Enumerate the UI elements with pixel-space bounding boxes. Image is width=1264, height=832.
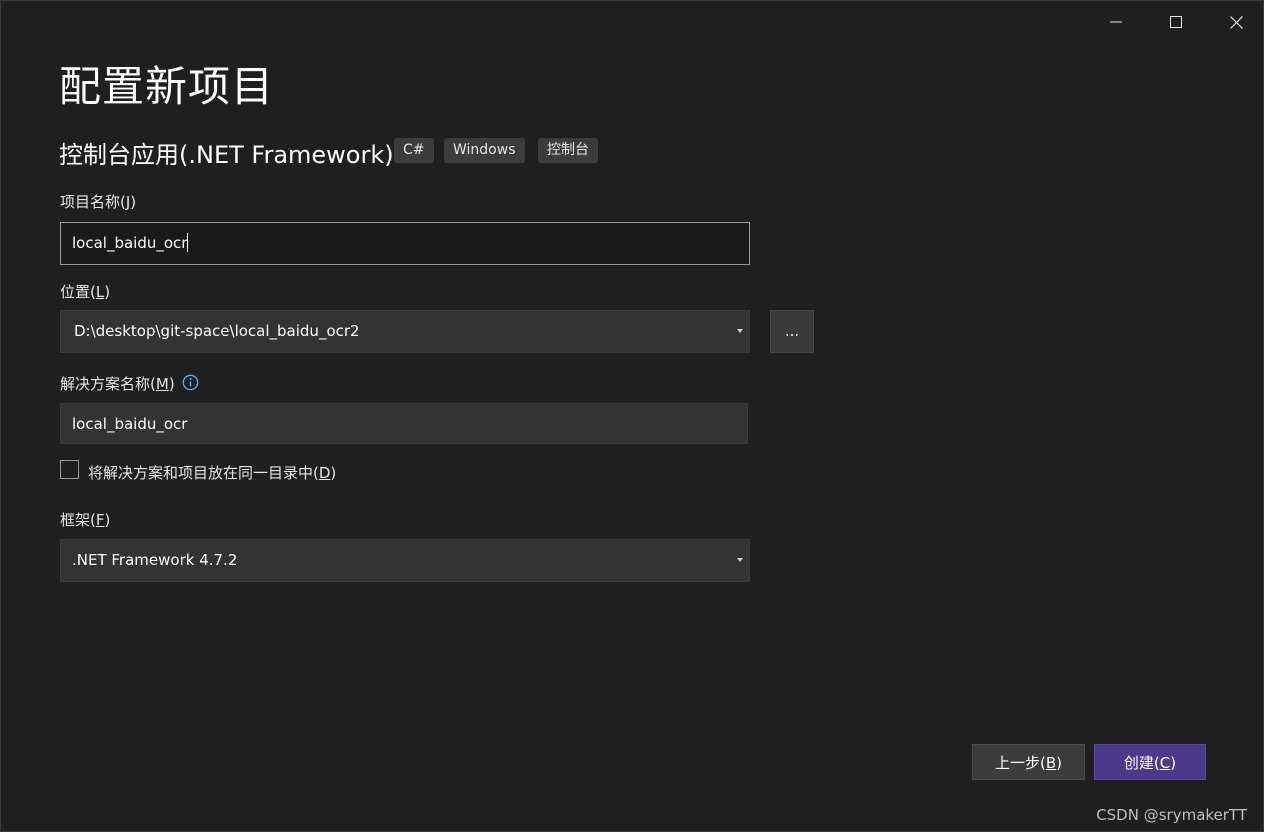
minimize-icon bbox=[1110, 21, 1122, 23]
browse-button[interactable]: ... bbox=[770, 310, 814, 353]
close-icon bbox=[1229, 15, 1243, 29]
tag-language: C# bbox=[394, 138, 434, 163]
chevron-down-icon bbox=[737, 329, 743, 333]
location-label: 位置(L) bbox=[60, 283, 111, 301]
same-directory-label[interactable]: 将解决方案和项目放在同一目录中(D) bbox=[88, 462, 336, 483]
info-icon[interactable] bbox=[182, 374, 199, 395]
chevron-down-icon bbox=[737, 558, 743, 562]
minimize-button[interactable] bbox=[1087, 1, 1145, 43]
project-name-label: 项目名称(J) bbox=[60, 193, 137, 211]
configure-project-window: 配置新项目 控制台应用(.NET Framework) C# Windows 控… bbox=[0, 0, 1264, 832]
text-caret bbox=[187, 233, 189, 252]
tag-platform: Windows bbox=[444, 138, 525, 163]
project-name-value: local_baidu_ocr bbox=[72, 234, 188, 252]
maximize-icon bbox=[1170, 16, 1182, 28]
framework-value: .NET Framework 4.7.2 bbox=[72, 551, 238, 569]
page-title: 配置新项目 bbox=[59, 62, 275, 111]
tag-project-type: 控制台 bbox=[538, 138, 598, 163]
framework-label: 框架(F) bbox=[60, 511, 111, 529]
close-button[interactable] bbox=[1207, 1, 1264, 43]
maximize-button[interactable] bbox=[1147, 1, 1205, 43]
back-button[interactable]: 上一步(B) bbox=[972, 744, 1085, 780]
create-button[interactable]: 创建(C) bbox=[1094, 744, 1206, 780]
location-value: D:\desktop\git-space\local_baidu_ocr2 bbox=[74, 322, 360, 340]
framework-combobox[interactable]: .NET Framework 4.7.2 bbox=[60, 539, 750, 582]
solution-name-input[interactable]: local_baidu_ocr bbox=[60, 403, 748, 444]
project-name-input[interactable]: local_baidu_ocr bbox=[60, 222, 750, 265]
template-name: 控制台应用(.NET Framework) bbox=[59, 141, 394, 169]
same-directory-checkbox[interactable] bbox=[60, 460, 79, 479]
solution-name-label: 解决方案名称(M) bbox=[60, 375, 175, 393]
watermark: CSDN @srymakerTT bbox=[1096, 806, 1247, 824]
location-combobox[interactable]: D:\desktop\git-space\local_baidu_ocr2 bbox=[60, 310, 750, 353]
